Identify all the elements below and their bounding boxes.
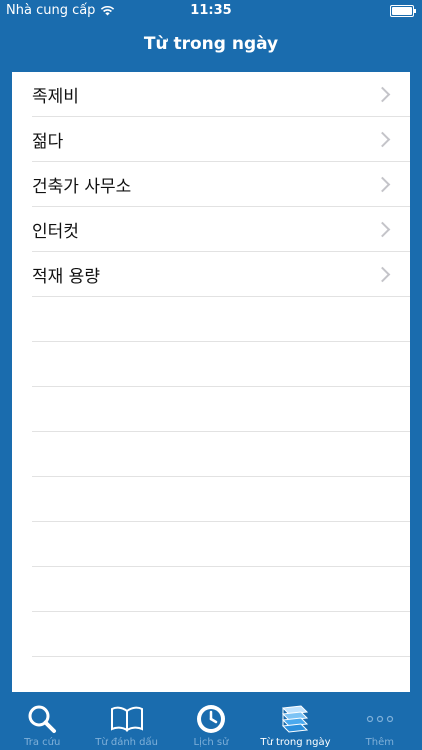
chevron-right-icon — [374, 176, 391, 192]
list-item[interactable]: 족제비 — [32, 72, 410, 117]
list-item[interactable]: 젊다 — [32, 117, 410, 162]
empty-row — [32, 387, 410, 432]
list-item[interactable]: 인터컷 — [32, 207, 410, 252]
empty-row — [32, 342, 410, 387]
status-time: 11:35 — [190, 3, 232, 18]
tab-bookmarks[interactable]: Từ đánh dấu — [84, 694, 168, 750]
chevron-right-icon — [374, 221, 391, 237]
navigation-bar: Từ trong ngày — [0, 22, 422, 66]
list-item-label: 적재 용량 — [32, 266, 100, 287]
list-item-label: 젊다 — [32, 131, 64, 152]
tab-label: Từ đánh dấu — [95, 737, 158, 748]
search-icon — [28, 705, 57, 733]
battery-icon — [390, 5, 416, 17]
tab-word-of-day[interactable]: Từ trong ngày — [253, 694, 337, 750]
status-bar: Nhà cung cấp 11:35 — [0, 0, 422, 22]
word-list: 족제비 젊다 건축가 사무소 인터컷 적재 용량 — [12, 72, 410, 692]
empty-row — [32, 567, 410, 612]
tab-search[interactable]: Tra cứu — [0, 694, 84, 750]
tab-more[interactable]: Thêm — [338, 694, 422, 750]
list-item[interactable]: 적재 용량 — [32, 252, 410, 297]
list-item[interactable]: 건축가 사무소 — [32, 162, 410, 207]
more-dots-icon — [366, 715, 393, 723]
empty-row — [32, 432, 410, 477]
history-clock-icon — [197, 705, 226, 733]
tab-label: Lịch sử — [193, 737, 229, 748]
book-icon — [110, 706, 143, 732]
tab-label: Từ trong ngày — [260, 737, 331, 748]
empty-row — [32, 522, 410, 567]
tab-history[interactable]: Lịch sử — [169, 694, 253, 750]
chevron-right-icon — [374, 266, 391, 282]
tab-label: Thêm — [365, 737, 394, 748]
list-item-label: 인터컷 — [32, 221, 79, 242]
page-title: Từ trong ngày — [143, 34, 279, 54]
tab-label: Tra cứu — [24, 737, 61, 748]
list-item-label: 건축가 사무소 — [32, 176, 132, 197]
chevron-right-icon — [374, 86, 391, 102]
word-of-day-stack-icon — [282, 705, 309, 733]
empty-row — [32, 297, 410, 342]
empty-row — [32, 612, 410, 657]
tab-bar: Tra cứu Từ đánh dấu Lịch sử Từ trong ngà… — [0, 694, 422, 750]
chevron-right-icon — [374, 131, 391, 147]
list-item-label: 족제비 — [32, 86, 79, 107]
empty-row — [32, 477, 410, 522]
